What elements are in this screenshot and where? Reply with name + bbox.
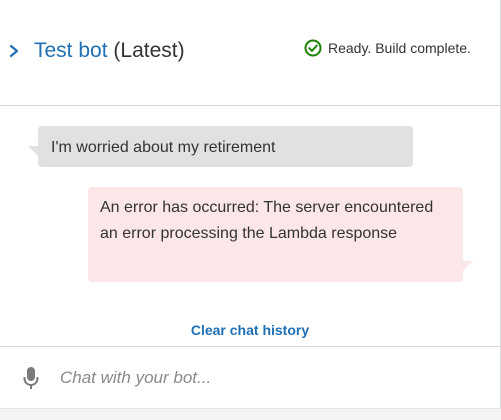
- test-bot-panel: Test bot (Latest) Ready. Build complete.…: [0, 0, 501, 420]
- user-message-text: I'm worried about my retirement: [51, 139, 276, 156]
- chevron-right-icon[interactable]: [7, 42, 21, 60]
- user-message: I'm worried about my retirement: [28, 126, 413, 167]
- check-circle-icon: [304, 39, 322, 57]
- bubble-tail: [461, 261, 473, 273]
- bot-message-text: An error has occurred: The server encoun…: [100, 199, 434, 242]
- bubble-tail: [28, 146, 40, 158]
- clear-chat-history-link[interactable]: Clear chat history: [0, 322, 500, 338]
- chat-input-bar: [0, 346, 500, 408]
- bot-name-link[interactable]: Test bot: [34, 39, 108, 62]
- bot-error-message: An error has occurred: The server encoun…: [88, 187, 473, 282]
- chat-input[interactable]: [60, 364, 480, 392]
- panel-header: Test bot (Latest) Ready. Build complete.: [0, 0, 500, 106]
- footer-divider: [0, 408, 501, 420]
- status-text: Ready. Build complete.: [328, 40, 471, 56]
- microphone-icon[interactable]: [22, 366, 40, 390]
- panel-title: Test bot (Latest): [34, 37, 185, 65]
- bot-version: (Latest): [113, 39, 185, 62]
- build-status: Ready. Build complete.: [304, 39, 471, 57]
